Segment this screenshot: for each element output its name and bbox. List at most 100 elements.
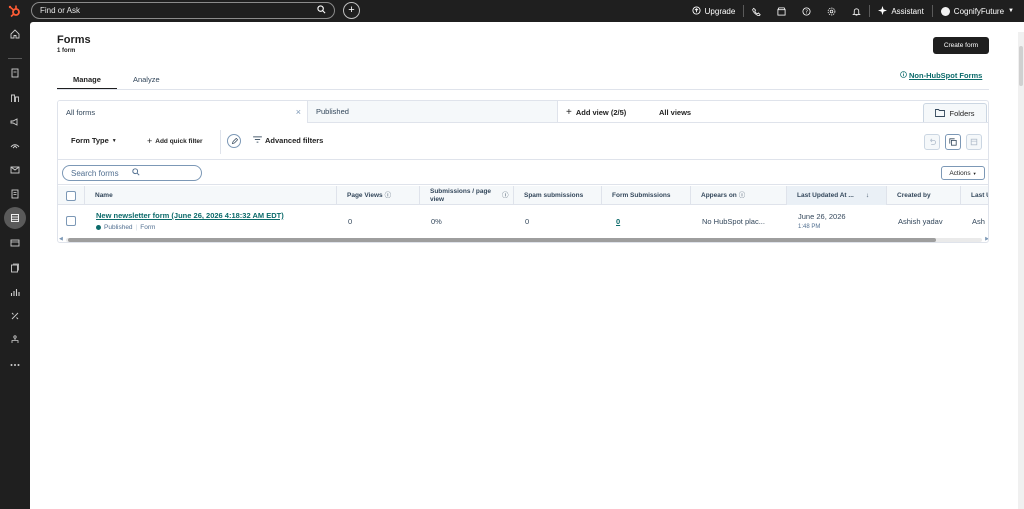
advanced-filters-button[interactable]: Advanced filters	[253, 136, 323, 145]
column-header-name[interactable]: Name	[84, 186, 336, 205]
all-views-link[interactable]: All views	[651, 101, 699, 123]
horizontal-scrollbar[interactable]: ◀ ▶	[58, 236, 988, 242]
add-view-button[interactable]: + Add view (2/5)	[558, 101, 634, 123]
content-icon[interactable]	[3, 184, 27, 204]
column-header-submissions-per-view[interactable]: Submissions / page view ⓘ	[419, 186, 513, 205]
last-updated-cell: June 26, 2026 1:48 PM	[786, 206, 886, 236]
tab-manage[interactable]: Manage	[57, 68, 117, 90]
data-management-icon[interactable]	[3, 330, 27, 350]
add-quick-filter-button[interactable]: + Add quick filter	[147, 136, 203, 146]
column-header-label: Page Views	[347, 191, 383, 199]
main-content: Forms 1 form Create form Manage Analyze …	[30, 22, 1024, 509]
scroll-left-icon[interactable]: ◀	[59, 236, 63, 242]
copy-icon[interactable]	[945, 134, 961, 150]
caret-down-icon: ▼	[972, 170, 977, 176]
library-icon[interactable]	[3, 258, 27, 278]
chevron-down-icon: ▼	[1008, 8, 1014, 14]
sales-icon[interactable]	[3, 136, 27, 156]
column-header-spam-submissions[interactable]: Spam submissions	[513, 186, 601, 205]
tab-analyze[interactable]: Analyze	[117, 68, 176, 90]
top-right-tools: Upgrade ? Assistant CognifyFuture ▼	[684, 0, 1024, 22]
commerce-icon[interactable]	[3, 233, 27, 253]
hubspot-logo-icon[interactable]	[0, 0, 30, 22]
column-header-label: Appears on	[701, 191, 737, 199]
view-tab-published[interactable]: Published	[308, 101, 558, 123]
edit-filters-pencil-icon[interactable]	[227, 134, 241, 148]
view-tab-all-forms[interactable]: All forms ×	[58, 101, 308, 123]
account-avatar	[940, 6, 950, 16]
undo-icon[interactable]	[924, 134, 940, 150]
column-header-page-views[interactable]: Page Views ⓘ	[336, 186, 419, 205]
non-hubspot-forms-label: Non-HubSpot Forms	[909, 71, 983, 80]
calling-icon[interactable]	[744, 0, 769, 22]
table-search-row: Search forms Actions ▼	[58, 161, 988, 185]
close-icon[interactable]: ×	[296, 107, 301, 117]
divider	[308, 122, 988, 123]
select-all-checkbox[interactable]	[58, 186, 84, 205]
scrollbar-thumb[interactable]	[68, 238, 936, 242]
folders-button[interactable]: Folders	[923, 103, 987, 123]
plus-icon: +	[566, 106, 572, 118]
account-menu[interactable]: CognifyFuture ▼	[933, 0, 1024, 22]
notifications-bell-icon[interactable]	[844, 0, 869, 22]
appears-on-cell: No HubSpot plac...	[702, 216, 765, 226]
create-new-button[interactable]: +	[343, 2, 360, 19]
delete-icon[interactable]	[966, 134, 982, 150]
more-icon[interactable]	[3, 355, 27, 375]
info-icon	[900, 71, 907, 80]
bookmarks-icon[interactable]	[3, 63, 27, 83]
last-updated-date: June 26, 2026	[798, 212, 846, 221]
account-name: CognifyFuture	[953, 6, 1005, 16]
marketing-icon[interactable]	[3, 112, 27, 132]
column-header-form-submissions[interactable]: Form Submissions	[601, 186, 690, 205]
global-search-placeholder: Find or Ask	[40, 6, 81, 15]
page-scrollbar[interactable]	[1018, 32, 1024, 509]
create-form-button[interactable]: Create form	[933, 37, 989, 54]
marketplace-icon[interactable]	[769, 0, 794, 22]
column-header-created-by[interactable]: Created by	[886, 186, 960, 205]
submissions-per-view-cell: 0%	[431, 216, 442, 226]
column-header-label: Submissions / page view	[430, 188, 492, 203]
reporting-icon[interactable]	[3, 282, 27, 302]
upgrade-button[interactable]: Upgrade	[684, 0, 744, 22]
page-scrollbar-thumb[interactable]	[1019, 46, 1023, 86]
plus-icon: +	[348, 4, 355, 16]
forms-icon[interactable]	[4, 207, 26, 229]
last-updated-by-cell: Ash	[972, 216, 985, 226]
help-icon[interactable]: ?	[794, 0, 819, 22]
assistant-button[interactable]: Assistant	[870, 0, 931, 22]
non-hubspot-forms-link[interactable]: Non-HubSpot Forms	[900, 71, 982, 80]
settings-gear-icon[interactable]	[819, 0, 844, 22]
spam-submissions-cell: 0	[525, 216, 530, 226]
scroll-right-icon[interactable]: ▶	[985, 236, 988, 242]
folder-icon	[935, 108, 946, 119]
checkbox[interactable]	[66, 216, 76, 226]
status-dot	[96, 225, 101, 230]
form-submissions-cell: 0	[601, 206, 690, 236]
column-header-appears-on[interactable]: Appears on ⓘ	[690, 186, 786, 205]
form-name-cell: New newsletter form (June 26, 2026 4:18:…	[84, 206, 336, 236]
global-search-input[interactable]: Find or Ask	[31, 2, 335, 19]
last-updated-time: 1:48 PM	[798, 224, 821, 230]
crm-icon[interactable]	[3, 88, 27, 108]
add-quick-filter-label: Add quick filter	[155, 137, 203, 145]
filters-bar: Form Type ▼ + Add quick filter Advanced …	[58, 124, 988, 160]
form-submissions-link[interactable]: 0	[616, 217, 620, 226]
column-header-last-updated[interactable]: Last Updated At ... ↓	[786, 186, 886, 205]
column-header-label: Last Updated At ...	[797, 191, 854, 199]
page-views-cell: 0	[348, 216, 353, 226]
inbox-icon[interactable]	[3, 160, 27, 180]
view-tab-label: All forms	[66, 107, 96, 117]
column-header-last-updated-by[interactable]: Last U	[960, 186, 988, 205]
checkbox[interactable]	[66, 190, 76, 201]
form-type-label: Form Type	[71, 136, 109, 145]
form-type-filter[interactable]: Form Type ▼	[71, 136, 117, 145]
search-icon	[132, 168, 193, 178]
search-forms-input[interactable]: Search forms	[62, 165, 202, 181]
search-icon[interactable]	[317, 5, 326, 16]
automation-icon[interactable]	[3, 306, 27, 326]
home-icon[interactable]	[3, 24, 27, 44]
form-name-link[interactable]: New newsletter form (June 26, 2026 4:18:…	[96, 211, 284, 220]
row-checkbox[interactable]	[58, 206, 84, 236]
actions-dropdown[interactable]: Actions ▼	[941, 166, 985, 180]
